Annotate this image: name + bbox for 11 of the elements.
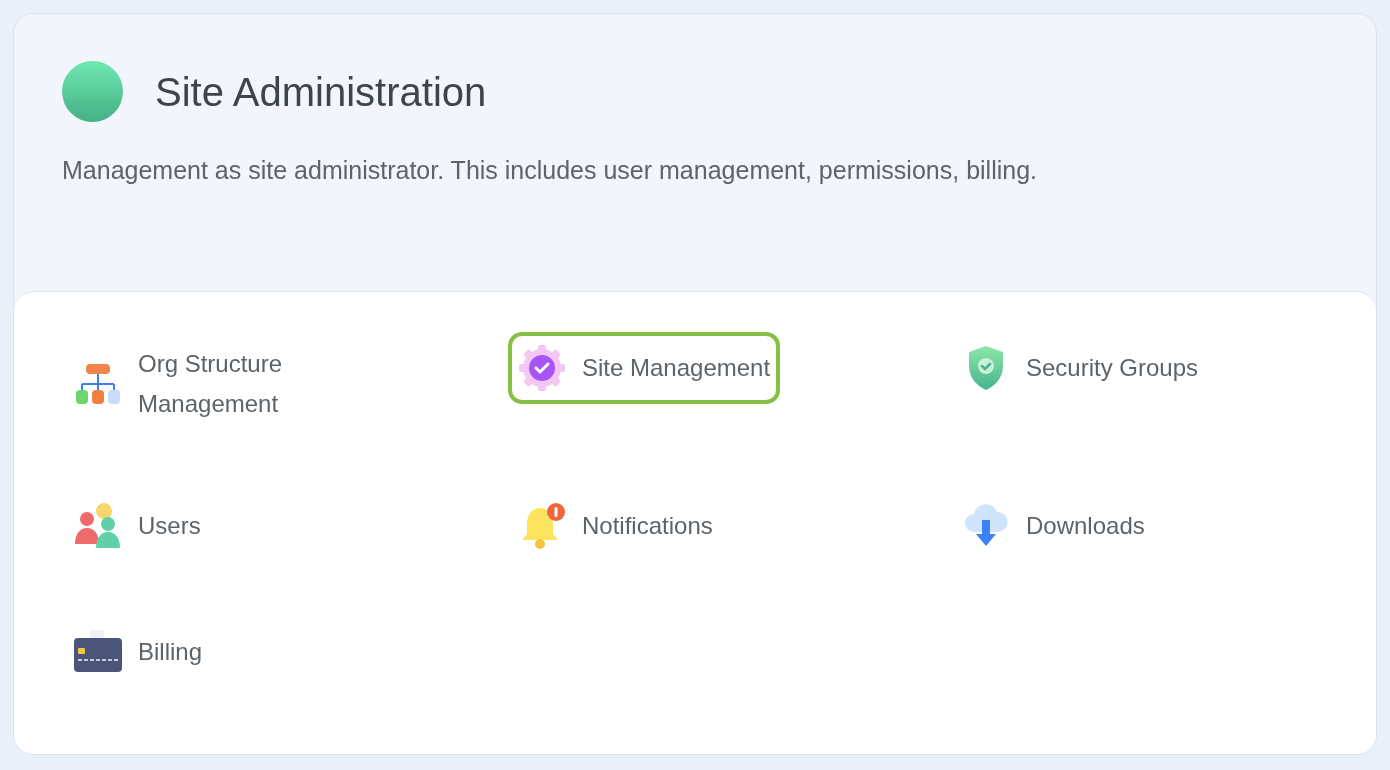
menu-item[interactable]: Org Structure Management	[64, 332, 318, 436]
menu-item[interactable]: Notifications	[508, 490, 723, 562]
gear-check-icon	[518, 344, 566, 392]
page-description: Management as site administrator. This includes user management, permissions, billing.	[62, 155, 1038, 186]
menu-item[interactable]: Billing	[64, 616, 213, 688]
menu-item[interactable]: Security Groups	[952, 332, 1209, 404]
users-icon	[74, 502, 122, 550]
menu-item[interactable]: Users	[64, 490, 211, 562]
menu-item[interactable]: Site Management	[508, 332, 781, 404]
page-title: Site Administration	[155, 68, 487, 116]
menu-item[interactable]: Downloads	[952, 490, 1155, 562]
